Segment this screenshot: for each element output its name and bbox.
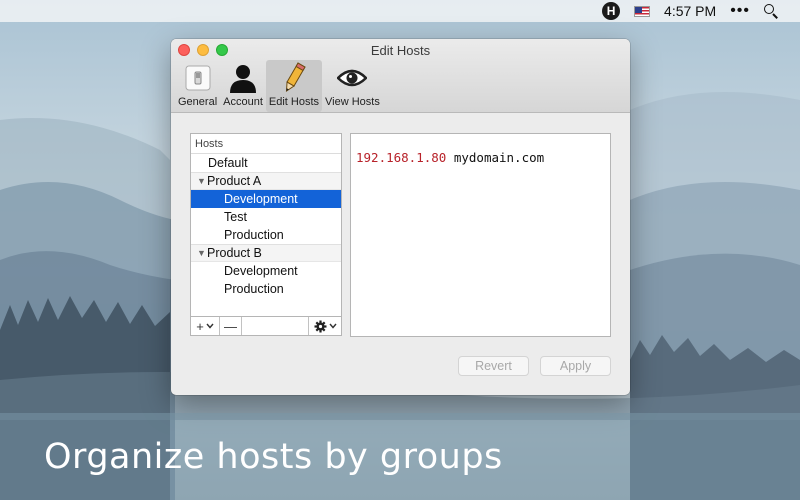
remove-button[interactable]: —: [220, 317, 242, 335]
hosts-text-editor[interactable]: 192.168.1.80 mydomain.com: [350, 133, 611, 337]
disclosure-triangle-icon[interactable]: ▼: [197, 176, 207, 186]
list-item[interactable]: Test: [191, 208, 341, 226]
list-item-label: Test: [224, 210, 247, 224]
us-flag-icon[interactable]: [634, 5, 651, 17]
list-item-selected[interactable]: Development: [191, 190, 341, 208]
preferences-toolbar: General Account Edit Hosts View Hosts: [175, 60, 383, 112]
eye-icon: [334, 62, 370, 94]
edit-hosts-window: Edit Hosts General Account Edit Hosts Vi…: [171, 39, 630, 395]
hosts-outline[interactable]: Hosts Default ▼ Product A Development Tes…: [190, 133, 342, 336]
tab-general-label: General: [178, 96, 218, 108]
tab-account-label: Account: [223, 96, 263, 108]
revert-button[interactable]: Revert: [458, 356, 529, 376]
chevron-down-icon: [328, 323, 337, 329]
list-item[interactable]: Development: [191, 262, 341, 280]
list-item-label: Default: [208, 156, 248, 170]
list-footer-bar: + —: [191, 316, 341, 335]
more-icon[interactable]: •••: [730, 2, 750, 20]
group-row-product-a[interactable]: ▼ Product A: [191, 172, 341, 190]
list-item-label: Development: [224, 192, 298, 206]
hosts-app-menu-icon[interactable]: H: [602, 2, 621, 20]
edit-hosts-pane: Hosts Default ▼ Product A Development Tes…: [171, 114, 630, 395]
promo-caption: Organize hosts by groups: [44, 437, 503, 477]
list-item-label: Production: [224, 228, 284, 242]
list-item[interactable]: Production: [191, 280, 341, 298]
titlebar: Edit Hosts General Account Edit Hosts Vi…: [171, 39, 630, 113]
pencil-icon: [276, 62, 312, 94]
list-item[interactable]: Production: [191, 226, 341, 244]
footer-spacer: [242, 317, 309, 335]
group-label: Product A: [207, 174, 262, 188]
list-item-label: Development: [224, 264, 298, 278]
switch-icon: [180, 62, 216, 94]
menu-bar: H 4:57 PM •••: [0, 0, 800, 22]
tab-edit-hosts-label: Edit Hosts: [268, 96, 320, 108]
host-ip-text: 192.168.1.80: [356, 150, 447, 165]
add-button[interactable]: +: [191, 317, 220, 335]
clock[interactable]: 4:57 PM: [664, 3, 716, 19]
plus-icon: +: [196, 318, 204, 334]
window-title: Edit Hosts: [370, 43, 431, 58]
hosts-column-header[interactable]: Hosts: [191, 134, 341, 154]
host-domain-text: mydomain.com: [453, 150, 545, 165]
tab-general[interactable]: General: [175, 60, 220, 112]
group-row-product-b[interactable]: ▼ Product B: [191, 244, 341, 262]
tab-account[interactable]: Account: [220, 60, 266, 112]
search-icon[interactable]: [764, 4, 778, 19]
chevron-down-icon: [206, 323, 214, 329]
gear-icon: [314, 320, 326, 332]
minus-icon: —: [224, 318, 237, 334]
group-label: Product B: [207, 246, 262, 260]
tab-view-hosts-label: View Hosts: [325, 96, 380, 108]
tab-view-hosts[interactable]: View Hosts: [322, 60, 383, 112]
action-menu-button[interactable]: [309, 317, 341, 335]
tab-edit-hosts[interactable]: Edit Hosts: [265, 60, 323, 112]
person-icon: [225, 62, 261, 94]
list-item-label: Production: [224, 282, 284, 296]
disclosure-triangle-icon[interactable]: ▼: [197, 248, 207, 258]
list-item[interactable]: Default: [191, 154, 341, 172]
apply-button[interactable]: Apply: [540, 356, 611, 376]
